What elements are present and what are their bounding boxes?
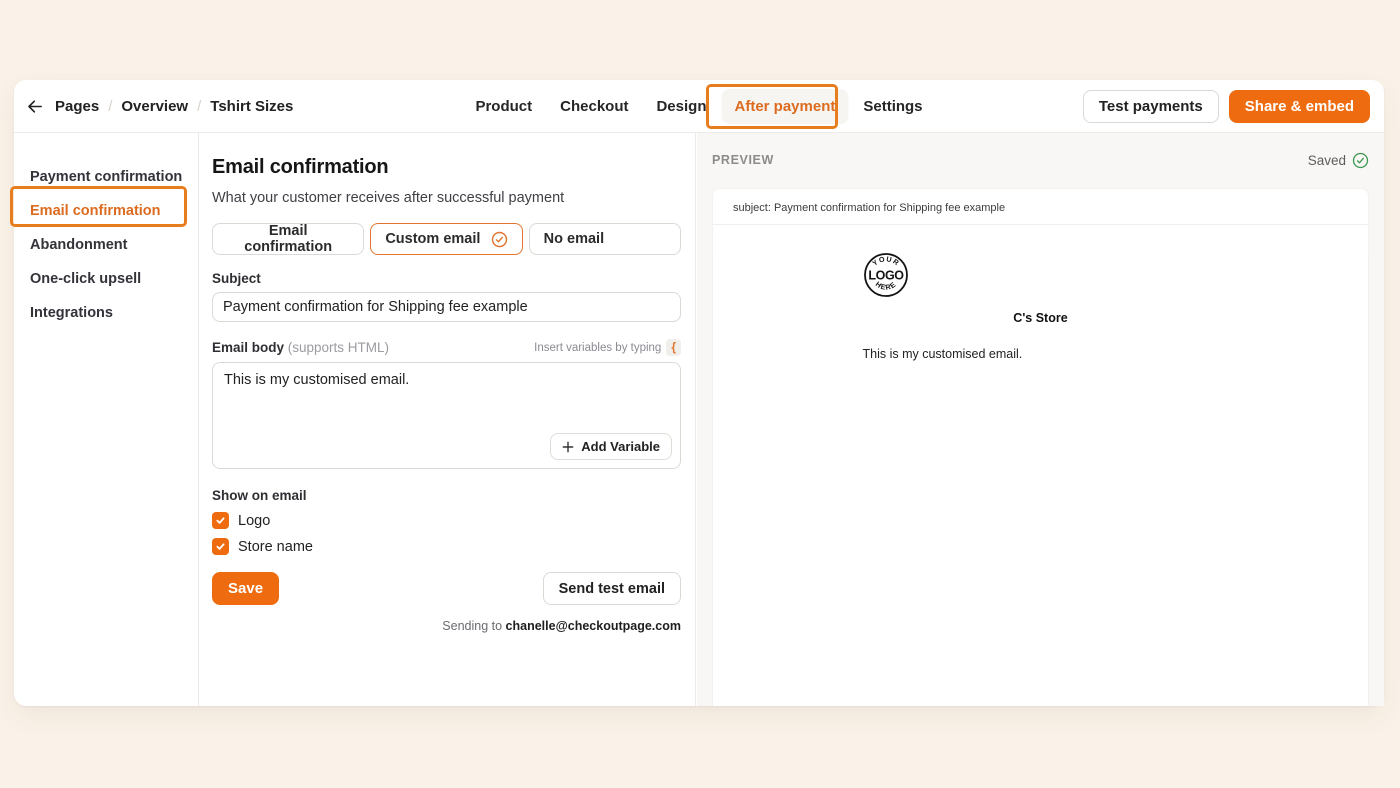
store-name-checkbox-row[interactable]: Store name [212,538,681,555]
preview-header: PREVIEW Saved [697,142,1384,178]
subject-label: Subject [212,271,261,286]
form-actions-row: Save Send test email [212,572,681,605]
store-name-checkbox-label: Store name [238,538,313,555]
email-mode-none-label: No email [543,231,605,247]
email-mode-none-button[interactable]: No email [528,223,681,255]
store-name-text: C's Store [1013,311,1068,325]
sidebar-item-email-confirmation[interactable]: Email confirmation [14,194,198,228]
email-confirmation-form-panel: Email confirmation What your customer re… [199,133,696,706]
email-body-hint: (supports HTML) [287,340,390,355]
tab-design[interactable]: Design [643,89,719,124]
page-title: Email confirmation [212,156,389,178]
breadcrumb-separator: / [108,97,113,115]
logo-checkbox-row[interactable]: Logo [212,512,681,529]
sidebar-item-abandonment[interactable]: Abandonment [14,228,198,262]
test-payments-button[interactable]: Test payments [1082,90,1219,123]
email-body-label: Email body (supports HTML) [212,340,390,355]
sending-to-prefix: Sending to [442,619,503,633]
svg-text:LOGO: LOGO [868,269,904,283]
email-mode-custom-button[interactable]: Custom email [370,223,523,255]
breadcrumb-item-page-name: Tshirt Sizes [210,97,294,115]
editor-tabs: Product Checkout Design After payment Se… [462,80,935,133]
brace-symbol-badge: { [666,339,681,356]
page-subtitle: What your customer receives after succes… [212,190,565,206]
sidebar-item-one-click-upsell[interactable]: One-click upsell [14,262,198,296]
sending-to-email: chanelle@checkoutpage.com [505,619,681,633]
insert-variables-hint: Insert variables by typing { [534,339,681,356]
saved-status: Saved [1308,152,1369,169]
email-body-value: This is my customised email. [224,372,410,388]
breadcrumb-item-pages[interactable]: Pages [55,98,99,115]
after-payment-sidebar: Payment confirmation Email confirmation … [14,133,199,706]
send-test-email-button[interactable]: Send test email [542,572,681,605]
email-mode-default-button[interactable]: Email confirmation [212,223,365,255]
preview-email-body: YOUR LOGO HERE C's Store This is my cust… [863,225,1219,361]
breadcrumb-item-overview[interactable]: Overview [121,98,188,115]
add-variable-button[interactable]: Add Variable [550,433,672,460]
preview-panel: PREVIEW Saved subject: Payment confirmat… [697,133,1384,706]
email-body-textarea[interactable]: This is my customised email. Add Variabl… [212,362,681,469]
topbar-actions: Test payments Share & embed [1082,80,1370,133]
app-window: Pages / Overview / Tshirt Sizes Product … [14,80,1384,706]
subject-input[interactable] [212,292,681,322]
check-circle-icon [491,231,508,248]
add-variable-label: Add Variable [581,439,660,454]
store-name-checkbox[interactable] [212,538,229,555]
email-preview-card: subject: Payment confirmation for Shippi… [712,188,1369,706]
logo-checkbox-label: Logo [238,512,271,529]
store-logo: YOUR LOGO HERE [863,252,1219,298]
tab-settings[interactable]: Settings [850,89,935,124]
show-on-email-label: Show on email [212,488,307,503]
plus-icon [562,441,574,453]
tab-after-payment[interactable]: After payment [721,89,849,124]
breadcrumb: Pages / Overview / Tshirt Sizes [14,95,293,118]
email-body-label-row: Email body (supports HTML) Insert variab… [212,339,681,356]
sidebar-item-payment-confirmation[interactable]: Payment confirmation [14,160,198,194]
save-button[interactable]: Save [212,572,280,605]
back-arrow-icon [25,97,44,116]
sending-to-line: Sending to chanelle@checkoutpage.com [212,619,681,633]
preview-subject-line: subject: Payment confirmation for Shippi… [713,189,1368,225]
preview-label: PREVIEW [712,153,774,167]
share-embed-button[interactable]: Share & embed [1228,90,1370,123]
tab-checkout[interactable]: Checkout [547,89,641,124]
your-logo-here-icon: YOUR LOGO HERE [863,253,908,297]
email-mode-custom-label: Custom email [385,231,481,247]
email-mode-options: Email confirmation Custom email No email [212,223,681,255]
sidebar-item-integrations[interactable]: Integrations [14,296,198,330]
back-button[interactable] [23,95,46,118]
logo-checkbox[interactable] [212,512,229,529]
top-bar: Pages / Overview / Tshirt Sizes Product … [14,80,1384,133]
saved-label: Saved [1307,152,1346,168]
saved-check-icon [1352,152,1369,169]
preview-body-text: This is my customised email. [862,347,1023,361]
tab-product[interactable]: Product [462,89,545,124]
email-mode-default-label: Email confirmation [244,223,333,255]
breadcrumb-separator: / [197,97,202,115]
